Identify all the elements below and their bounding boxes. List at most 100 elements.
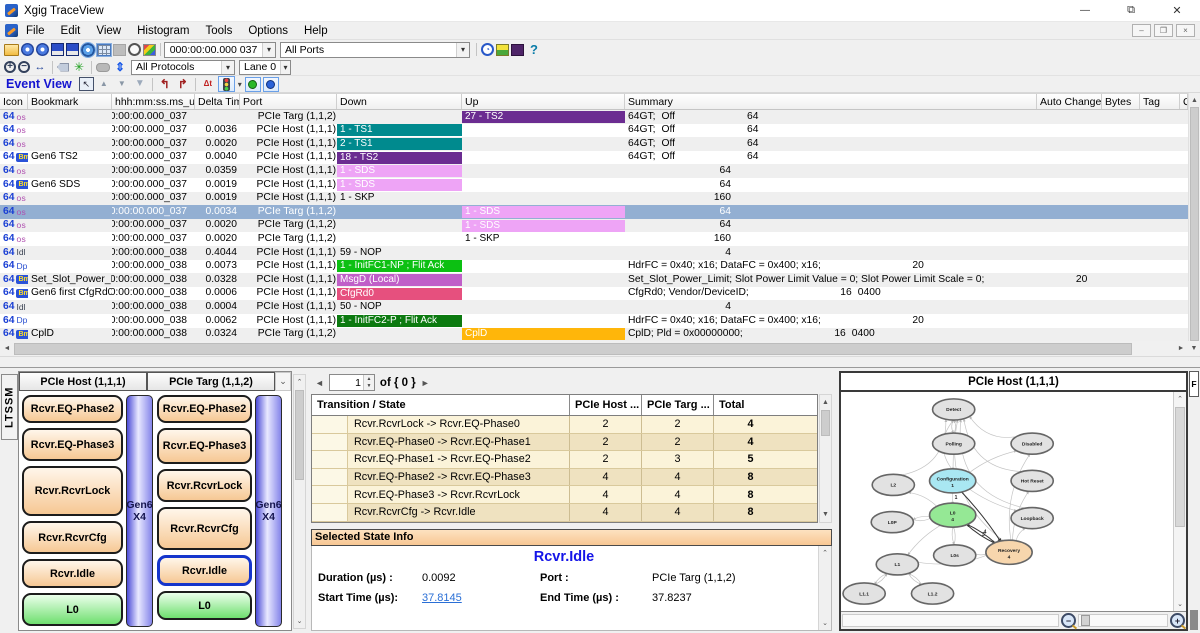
table-row[interactable]: 64Idl000:00:00.000_0380.0004PCIe Host (1… — [0, 300, 1188, 314]
transition-row[interactable]: Rcvr.RcvrLock -> Rcvr.EQ-Phase0224 — [312, 416, 817, 434]
ltssm-scrollbar[interactable]: ⌃ ⌄ — [293, 374, 306, 629]
diagram-vertical-scrollbar[interactable]: ⌃ ⌄ — [1173, 392, 1186, 611]
scroll-down-icon[interactable]: ▼ — [1188, 341, 1200, 356]
transition-row[interactable]: Rcvr.EQ-Phase0 -> Rcvr.EQ-Phase1224 — [312, 434, 817, 452]
total-column-header[interactable]: Total — [713, 395, 787, 415]
menu-file[interactable]: File — [18, 25, 53, 37]
state-node-configuration[interactable]: Configuration1 — [930, 469, 976, 493]
table-row[interactable]: 64os000:00:00.000_0370.0359PCIe Host (1,… — [0, 164, 1188, 178]
traffic-light-icon[interactable] — [218, 76, 235, 92]
close-button[interactable] — [1154, 0, 1200, 21]
column-header-sum[interactable]: Summary — [625, 94, 1037, 109]
table-row[interactable]: 64os000:00:00.000_0370.0019PCIe Host (1,… — [0, 192, 1188, 206]
transition-scroll-up-icon[interactable]: ▲ — [820, 395, 831, 409]
ltssm-state-rcvr-idle[interactable]: Rcvr.Idle — [157, 555, 252, 586]
ltssm-scroll-up-icon[interactable]: ⌃ — [294, 375, 305, 389]
column-header-icon[interactable]: Icon — [0, 94, 28, 109]
time-combobox[interactable]: 000:00:00.000 037 — [164, 42, 276, 58]
ltssm-state-rcvr-rcvrcfg[interactable]: Rcvr.RcvrCfg — [22, 521, 123, 554]
timer-icon[interactable] — [481, 43, 494, 56]
search-icon[interactable] — [96, 63, 110, 72]
table-row[interactable]: 64BmGen6 first CfgRd0000:00:00.000_0380.… — [0, 287, 1188, 301]
state-node-detect[interactable]: Detect — [933, 399, 975, 420]
vertical-scroll-thumb[interactable] — [1190, 107, 1199, 341]
transition-row[interactable]: Rcvr.EQ-Phase2 -> Rcvr.EQ-Phase3448 — [312, 469, 817, 487]
save-as-icon[interactable] — [66, 43, 79, 56]
jump-forward-icon[interactable] — [175, 77, 191, 92]
column-header-delta[interactable]: Delta Time — [195, 94, 240, 109]
help-icon[interactable] — [526, 42, 542, 57]
lane-dropdown-icon[interactable] — [280, 61, 290, 74]
diagram-scroll-thumb[interactable] — [1175, 407, 1185, 527]
ltssm-state-rcvr-rcvrlock[interactable]: Rcvr.RcvrLock — [22, 466, 123, 516]
ports-dropdown-icon[interactable] — [456, 43, 469, 57]
mdi-close-button[interactable]: × — [1176, 24, 1195, 37]
fit-width-icon[interactable] — [32, 60, 48, 75]
state-node-polling[interactable]: Polling — [933, 433, 975, 454]
scroll-left-icon[interactable]: ◄ — [0, 341, 14, 356]
ltssm-state-l0[interactable]: L0 — [22, 593, 123, 626]
mdi-minimize-button[interactable]: – — [1132, 24, 1151, 37]
state-node-l1-2[interactable]: L1.2 — [911, 583, 953, 604]
down-icon[interactable] — [114, 77, 130, 92]
state-node-disabled[interactable]: Disabled — [1011, 433, 1053, 454]
diagram-horizontal-scrollbar[interactable] — [842, 614, 1059, 627]
diagram-scroll-down-icon[interactable]: ⌄ — [1174, 597, 1186, 611]
grid-icon[interactable] — [97, 44, 111, 56]
column-header-up[interactable]: Up — [462, 94, 625, 109]
ltssm-state-rcvr-eq-phase2[interactable]: Rcvr.EQ-Phase2 — [22, 395, 123, 423]
transition-scroll-thumb[interactable] — [821, 410, 830, 436]
snowflake-icon[interactable] — [71, 60, 87, 75]
start-time-link[interactable]: 37.8145 — [422, 592, 540, 604]
diagram-zoom-in-icon[interactable]: + — [1170, 613, 1185, 628]
state-node-loopback[interactable]: Loopback — [1011, 508, 1053, 529]
mdi-restore-button[interactable]: ❐ — [1154, 24, 1173, 37]
ltssm-scroll-down-icon[interactable]: ⌄ — [294, 614, 305, 628]
transition-row[interactable]: Rcvr.EQ-Phase3 -> Rcvr.RcvrLock448 — [312, 486, 817, 504]
ltssm-state-rcvr-eq-phase3[interactable]: Rcvr.EQ-Phase3 — [22, 428, 123, 461]
pager-spinner[interactable]: 1 ▲▼ — [329, 374, 375, 391]
sync-icon[interactable] — [112, 60, 128, 75]
pager-previous-icon[interactable]: ◄ — [315, 378, 324, 388]
state-node-hot reset[interactable]: Hot Reset — [1011, 470, 1053, 491]
state-node-l0[interactable]: L04 — [930, 503, 976, 527]
save-icon[interactable] — [51, 43, 64, 56]
table-row[interactable]: 64Dp000:00:00.000_0380.0062PCIe Host (1,… — [0, 314, 1188, 328]
collapsed-panel-tab[interactable]: F — [1189, 371, 1199, 397]
table-row[interactable]: 64os000:00:00.000_0370.0034PCIe Targ (1,… — [0, 205, 1188, 219]
ltssm-state-diagram[interactable]: 134DetectPollingConfiguration1DisabledHo… — [841, 392, 1173, 611]
table-row[interactable]: 64BmGen6 SDS000:00:00.000_0370.0019PCIe … — [0, 178, 1188, 192]
chart-icon[interactable] — [143, 44, 156, 56]
transition-row[interactable]: Rcvr.EQ-Phase1 -> Rcvr.EQ-Phase2235 — [312, 451, 817, 469]
up-icon[interactable] — [96, 77, 112, 92]
menu-tools[interactable]: Tools — [197, 25, 240, 37]
table-row[interactable]: 64os000:00:00.000_037PCIe Targ (1,1,2)27… — [0, 110, 1188, 124]
pager-spin-up-icon[interactable]: ▲ — [364, 375, 374, 383]
filter-purple-icon[interactable] — [511, 44, 524, 56]
event-table-horizontal-scrollbar[interactable]: ◄ ► — [0, 341, 1188, 356]
column-header-port[interactable]: Port — [240, 94, 337, 109]
diagram-scroll-up-icon[interactable]: ⌃ — [1174, 392, 1186, 406]
table-row[interactable]: 64os000:00:00.000_0370.0020PCIe Host (1,… — [0, 137, 1188, 151]
column-header-bytes[interactable]: Bytes — [1102, 94, 1140, 109]
ltssm-state-rcvr-idle[interactable]: Rcvr.Idle — [22, 559, 123, 588]
image-icon[interactable] — [496, 44, 509, 56]
state-info-scrollbar[interactable]: ⌃ ⌄ — [818, 546, 831, 630]
pager-next-icon[interactable]: ► — [421, 378, 430, 388]
transition-column-header[interactable]: Transition / State — [312, 399, 569, 411]
menu-histogram[interactable]: Histogram — [129, 25, 197, 37]
export-1-icon[interactable] — [21, 43, 34, 56]
state-info-scroll-up-icon[interactable]: ⌃ — [819, 546, 831, 560]
table-row[interactable]: 64os000:00:00.000_0370.0020PCIe Targ (1,… — [0, 219, 1188, 233]
table-row[interactable]: 64BmGen6 TS2000:00:00.000_0370.0040PCIe … — [0, 151, 1188, 165]
state-node-l1-1[interactable]: L1.1 — [843, 583, 885, 604]
export-2-icon[interactable] — [36, 43, 49, 56]
event-table-vertical-scrollbar[interactable]: ▲ — [1188, 93, 1200, 341]
clock-icon[interactable] — [128, 43, 141, 56]
lane-combobox[interactable]: Lane 0 — [239, 60, 291, 75]
column-header-qu[interactable]: Qu — [1180, 94, 1188, 109]
protocols-combobox[interactable]: All Protocols — [131, 60, 235, 75]
marker-blue-icon[interactable] — [263, 77, 279, 92]
ltssm-scroll-thumb[interactable] — [295, 390, 304, 480]
restore-button[interactable] — [1108, 0, 1154, 21]
